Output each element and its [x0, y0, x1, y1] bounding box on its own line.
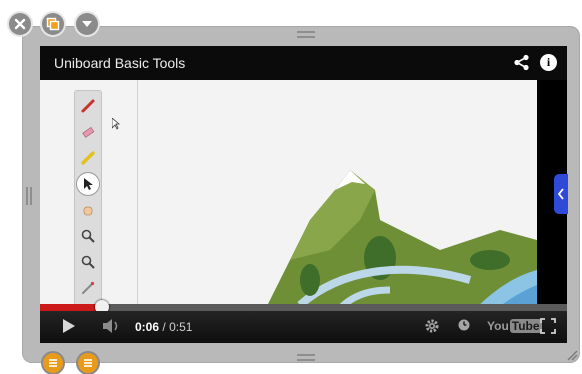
duration: 0:51 — [169, 320, 193, 334]
video-title-bar: Uniboard Basic Tools i — [40, 46, 567, 80]
progress-bar[interactable] — [40, 300, 567, 314]
video-title[interactable]: Uniboard Basic Tools — [54, 55, 185, 71]
chevron-left-icon — [557, 188, 564, 200]
watch-later-button[interactable] — [457, 318, 471, 332]
bottom-resize-grip[interactable] — [297, 354, 315, 361]
current-time: 0:06 — [135, 320, 160, 334]
left-resize-grip[interactable] — [26, 187, 32, 205]
cursor-icon — [112, 118, 120, 130]
close-icon — [14, 18, 26, 30]
bottom-menu-button-1[interactable] — [43, 353, 63, 373]
eraser-icon — [82, 126, 95, 138]
close-button[interactable] — [9, 13, 31, 35]
duplicate-button[interactable] — [42, 13, 64, 35]
eraser-tool[interactable] — [77, 121, 99, 143]
time-separator: / — [162, 320, 166, 334]
side-panel-tab[interactable] — [554, 174, 568, 214]
hand-tool[interactable] — [77, 199, 99, 221]
zoom-out-icon — [81, 255, 95, 269]
pointer-icon — [84, 178, 93, 190]
pointer-tool[interactable] — [77, 173, 99, 195]
youtube-logo-you: You — [487, 319, 509, 333]
volume-icon — [103, 319, 118, 333]
play-button[interactable] — [62, 318, 76, 334]
fullscreen-button[interactable] — [540, 318, 556, 334]
hand-icon — [83, 206, 93, 216]
video-player[interactable]: Uniboard Basic Tools i 0:06 / 0:51 You T… — [40, 46, 567, 343]
duplicate-icon — [46, 17, 60, 31]
laser-pointer-tool[interactable] — [77, 277, 99, 299]
list-icon — [49, 359, 57, 367]
youtube-logo-tube: Tube — [509, 319, 542, 333]
zoom-out-tool[interactable] — [77, 251, 99, 273]
gear-icon — [425, 319, 439, 333]
fullscreen-icon — [540, 318, 556, 334]
pen-icon — [81, 99, 95, 113]
share-icon[interactable] — [513, 54, 530, 71]
bottom-menu-button-2[interactable] — [78, 353, 98, 373]
resize-corner-icon[interactable] — [566, 349, 578, 361]
chevron-down-icon — [82, 21, 92, 27]
zoom-in-tool[interactable] — [77, 225, 99, 247]
top-resize-grip[interactable] — [297, 31, 315, 38]
pen-tool[interactable] — [77, 95, 99, 117]
clock-icon — [458, 319, 470, 331]
player-controls: 0:06 / 0:51 You Tube — [40, 311, 567, 343]
highlighter-tool[interactable] — [77, 147, 99, 169]
settings-button[interactable] — [424, 318, 440, 334]
info-icon[interactable]: i — [540, 54, 557, 71]
volume-button[interactable] — [102, 318, 122, 334]
youtube-logo[interactable]: You Tube — [487, 319, 542, 333]
list-icon — [84, 359, 92, 367]
laser-pointer-icon — [82, 281, 95, 294]
highlighter-icon — [81, 151, 95, 165]
zoom-in-icon — [81, 229, 95, 243]
time-display: 0:06 / 0:51 — [135, 320, 192, 334]
menu-button[interactable] — [76, 13, 98, 35]
progress-played — [40, 304, 103, 311]
play-icon — [63, 319, 75, 333]
